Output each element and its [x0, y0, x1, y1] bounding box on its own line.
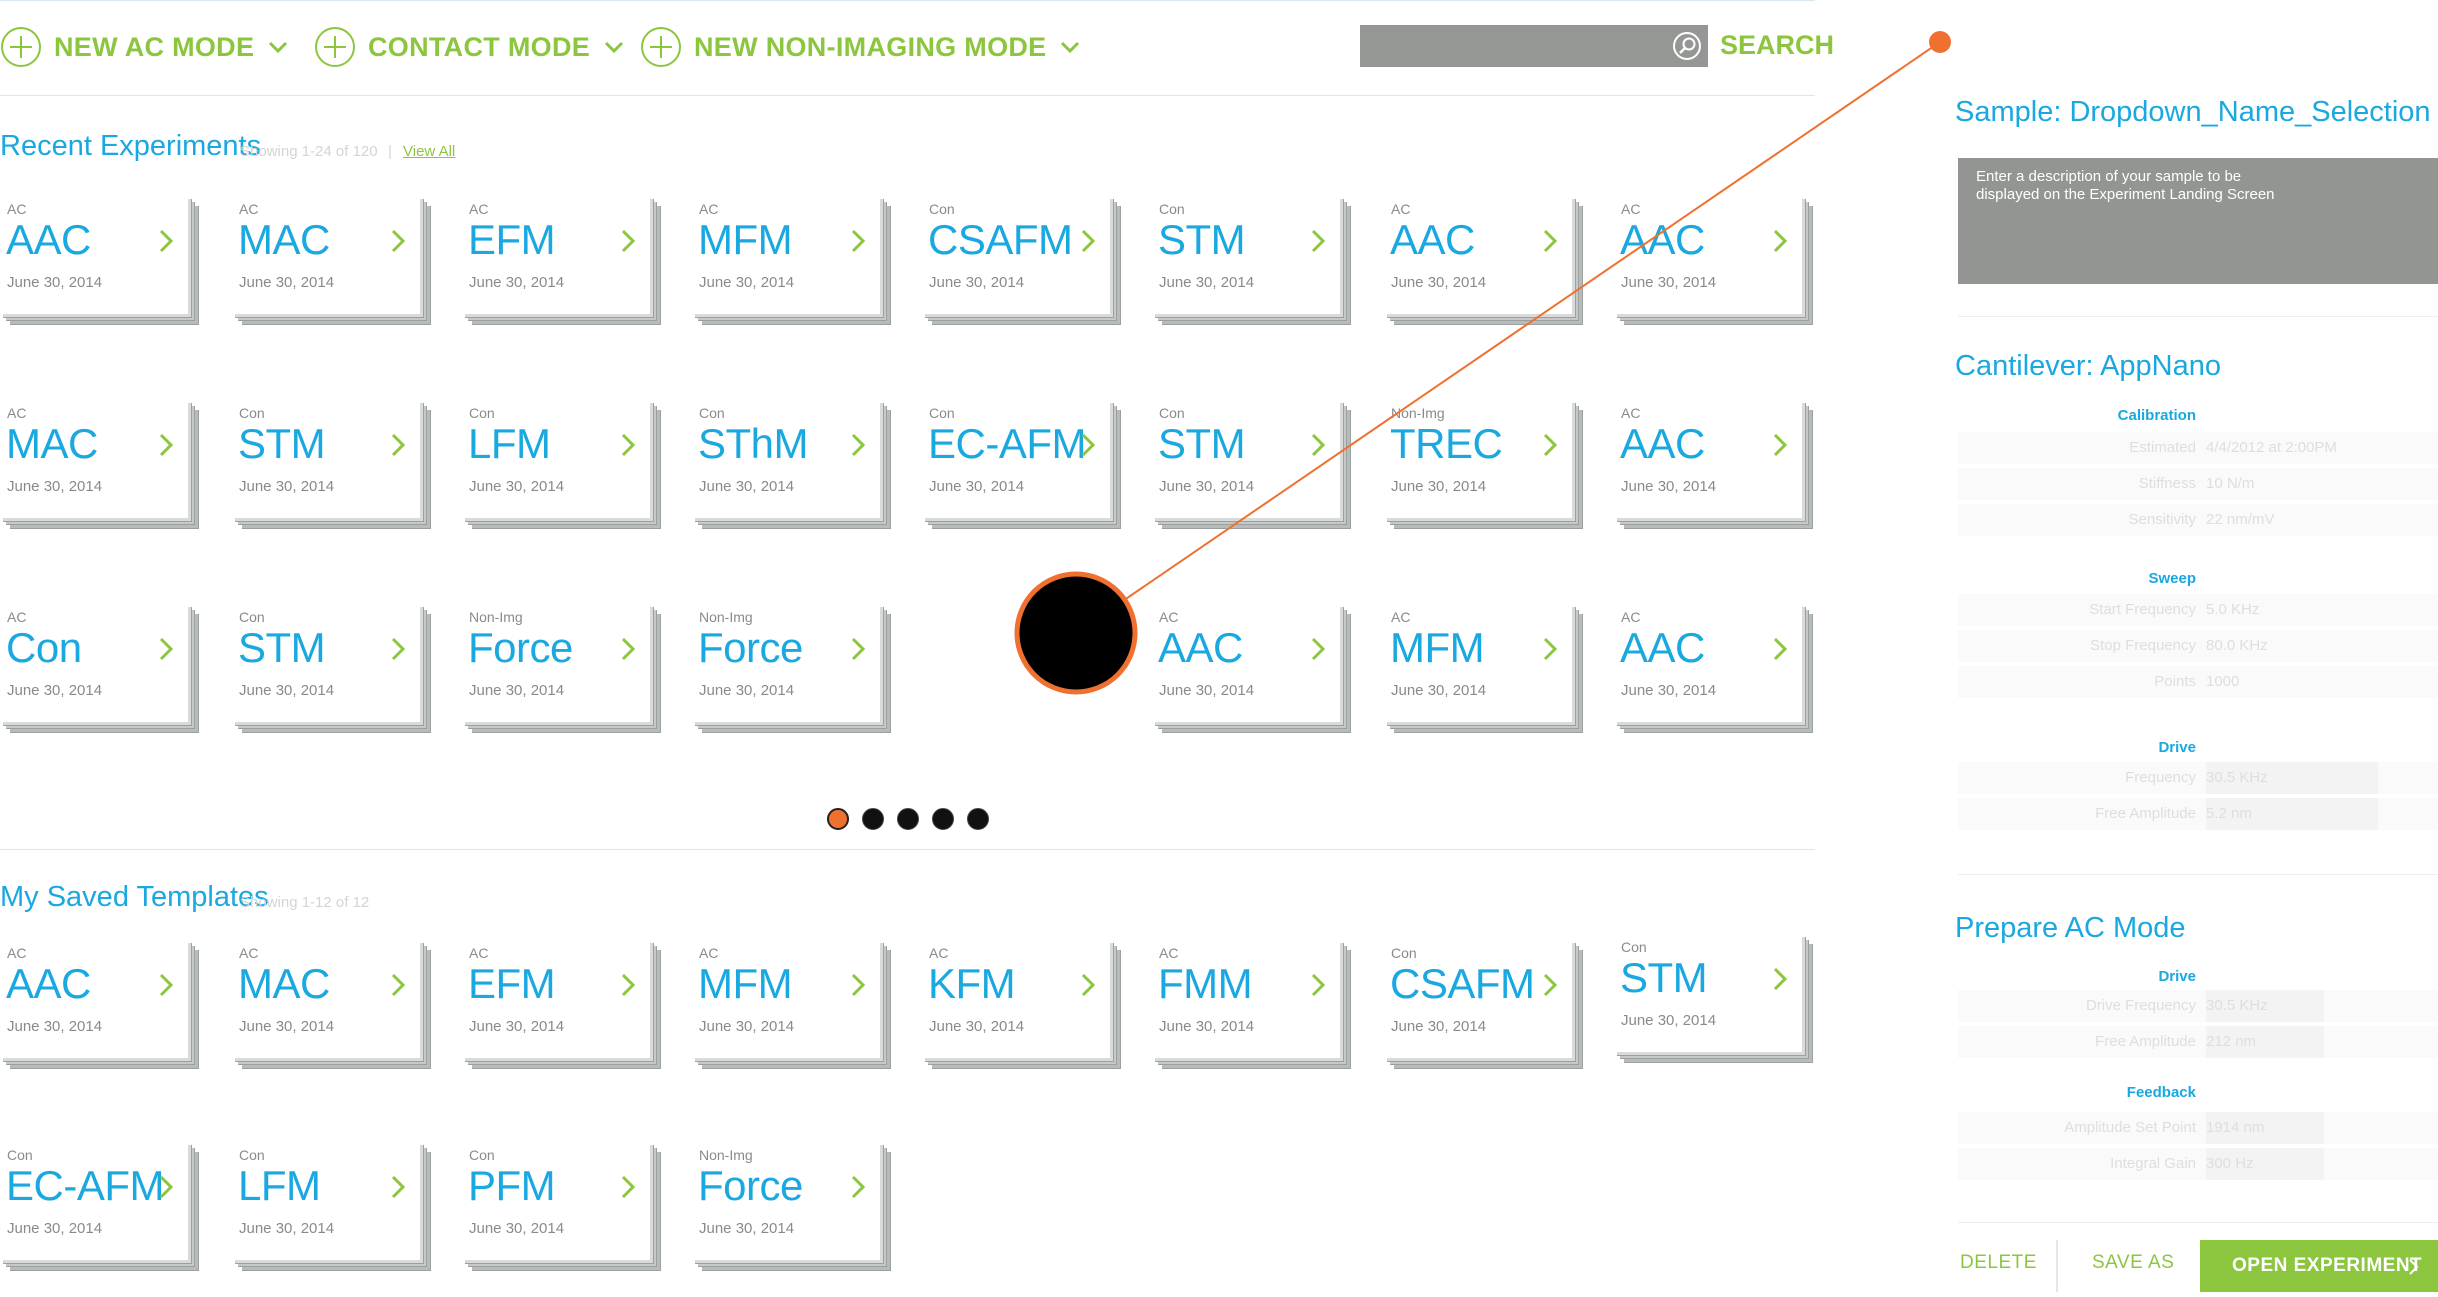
setting-value: 30.5 KHz	[2206, 769, 2268, 786]
button-separator	[2056, 1240, 2058, 1292]
calibration-heading: Calibration	[2117, 407, 2196, 424]
settings-row: Amplitude Set Point 1914 nm	[1958, 1112, 2438, 1144]
annotation-black-circle	[1014, 571, 1138, 695]
setting-label: Stop Frequency	[2090, 637, 2196, 654]
setting-value: 212 nm	[2206, 1033, 2257, 1050]
sample-title: Sample: Dropdown_Name_Selection	[1955, 96, 2431, 128]
open-experiment-label: OPEN EXPERIMENT	[2232, 1255, 2423, 1276]
setting-label: Points	[2154, 673, 2196, 690]
setting-value: 30.5 KHz	[2206, 997, 2268, 1014]
settings-row: Frequency 30.5 KHz	[1958, 762, 2438, 794]
prep-drive-heading: Drive	[2158, 968, 2196, 985]
settings-row: Free Amplitude 212 nm	[1958, 1026, 2438, 1058]
setting-label: Drive Frequency	[2085, 997, 2196, 1014]
setting-value: 1000	[2206, 673, 2240, 690]
panel-divider	[1958, 1222, 2438, 1223]
annotation-endpoint-dot	[1929, 31, 1951, 53]
setting-value: 1914 nm	[2206, 1119, 2265, 1136]
setting-value: 80.0 KHz	[2206, 637, 2268, 654]
settings-row: Drive Frequency 30.5 KHz	[1958, 990, 2438, 1022]
page-dot[interactable]	[932, 808, 954, 830]
setting-label: Frequency	[2125, 769, 2196, 786]
sample-description-text: Enter a description of your sample to be…	[1976, 168, 2275, 203]
settings-row: Stop Frequency 80.0 KHz	[1958, 630, 2438, 662]
drive-heading: Drive	[2158, 739, 2196, 756]
setting-value: 300 Hz	[2206, 1155, 2254, 1172]
page-dot[interactable]	[862, 808, 884, 830]
cantilever-title: Cantilever: AppNano	[1955, 350, 2221, 382]
setting-label: Free Amplitude	[2095, 1033, 2196, 1050]
page-dot[interactable]	[827, 808, 849, 830]
settings-row: Free Amplitude 5.2 nm	[1958, 798, 2438, 830]
sample-description-field[interactable]: Enter a description of your sample to be…	[1958, 158, 2438, 284]
page-dot[interactable]	[897, 808, 919, 830]
setting-value: 4/4/2012 at 2:00PM	[2206, 439, 2337, 456]
setting-value: 22 nm/mV	[2206, 511, 2275, 528]
delete-button[interactable]: DELETE	[1960, 1252, 2037, 1274]
settings-row: Start Frequency 5.0 KHz	[1958, 594, 2438, 626]
setting-label: Integral Gain	[2110, 1155, 2196, 1172]
setting-label: Start Frequency	[2089, 601, 2196, 618]
settings-row: Points 1000	[1958, 666, 2438, 698]
settings-row: Sensitivity 22 nm/mV	[1958, 504, 2438, 536]
feedback-heading: Feedback	[2126, 1084, 2196, 1101]
setting-value: 5.2 nm	[2206, 805, 2252, 822]
setting-label: Free Amplitude	[2095, 805, 2196, 822]
settings-row: Estimated 4/4/2012 at 2:00PM	[1958, 432, 2438, 464]
setting-label: Estimated	[2129, 439, 2196, 456]
setting-value: 5.0 KHz	[2206, 601, 2260, 618]
open-experiment-button[interactable]: OPEN EXPERIMENT	[2200, 1240, 2438, 1292]
settings-row: Integral Gain 300 Hz	[1958, 1148, 2438, 1180]
sweep-heading: Sweep	[2148, 570, 2196, 587]
setting-label: Amplitude Set Point	[2064, 1119, 2196, 1136]
page-dot[interactable]	[967, 808, 989, 830]
save-as-button[interactable]: SAVE AS	[2092, 1252, 2174, 1274]
setting-label: Stiffness	[2138, 475, 2196, 492]
setting-label: Sensitivity	[2128, 511, 2196, 528]
chevron-right-icon	[2409, 1259, 2419, 1275]
prepare-ac-mode-title: Prepare AC Mode	[1955, 912, 2186, 944]
panel-divider	[1958, 316, 2438, 317]
settings-row: Stiffness 10 N/m	[1958, 468, 2438, 500]
annotation-leader-line	[1075, 41, 1941, 634]
panel-divider	[1958, 874, 2438, 875]
setting-value: 10 N/m	[2206, 475, 2255, 492]
